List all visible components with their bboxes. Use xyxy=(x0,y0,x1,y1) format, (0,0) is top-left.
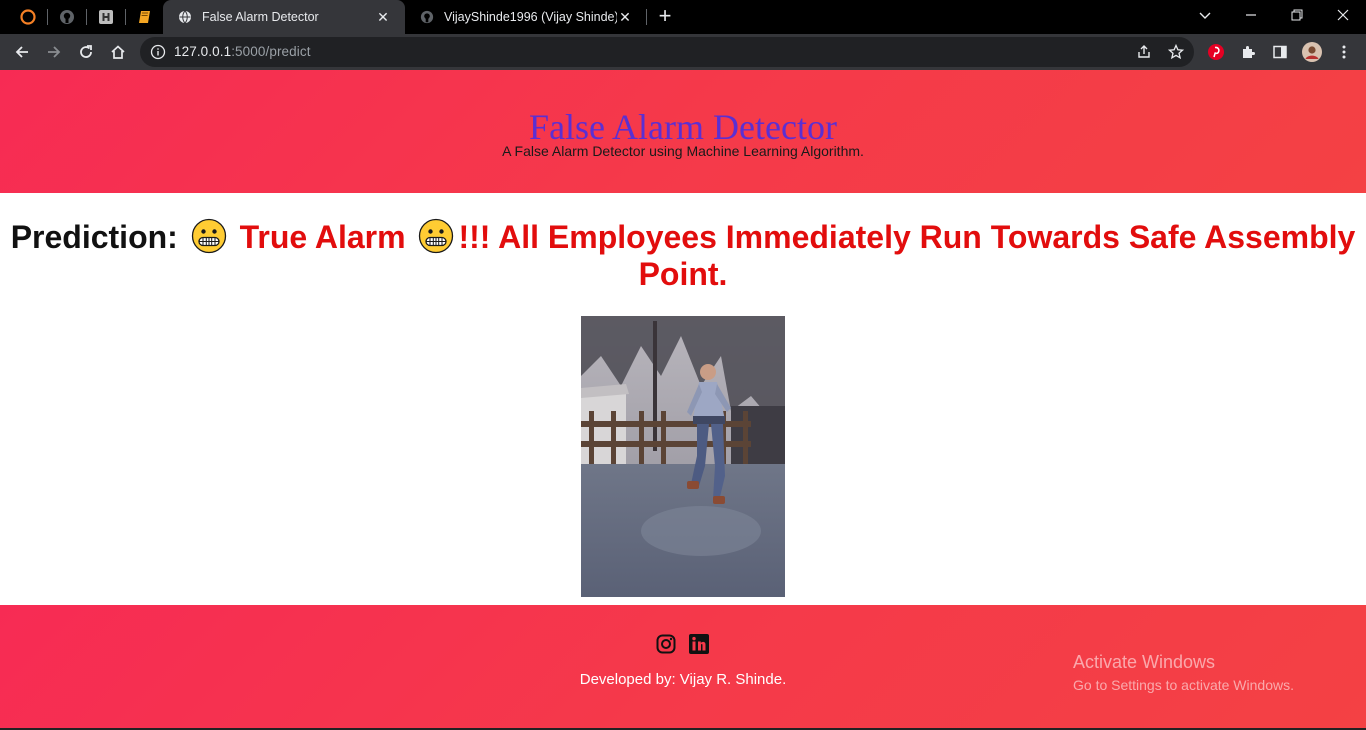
running-person-image xyxy=(581,316,785,597)
tab-close-icon[interactable]: ✕ xyxy=(375,9,391,26)
home-button[interactable] xyxy=(105,39,131,65)
new-tab-button[interactable]: + xyxy=(654,5,676,28)
page-title: False Alarm Detector xyxy=(529,107,837,147)
github-icon xyxy=(60,10,74,24)
forward-button[interactable] xyxy=(41,39,67,65)
page-header: False Alarm Detector A False Alarm Detec… xyxy=(0,70,1366,193)
tab-separator xyxy=(47,9,48,25)
close-icon xyxy=(1337,9,1349,21)
home-icon xyxy=(111,45,125,59)
url-host: 127.0.0.1 xyxy=(174,44,232,59)
hashnode-icon xyxy=(99,10,113,24)
page-subtitle: A False Alarm Detector using Machine Lea… xyxy=(502,143,864,159)
grimacing-face-icon xyxy=(191,218,226,254)
linkedin-link[interactable] xyxy=(688,633,710,655)
tab-close-icon[interactable]: ✕ xyxy=(617,9,633,26)
pinned-tab-github[interactable] xyxy=(53,5,81,29)
pinned-tab-orange[interactable] xyxy=(14,5,42,29)
tab-false-alarm-detector[interactable]: False Alarm Detector ✕ xyxy=(163,0,405,34)
side-panel-icon[interactable] xyxy=(1270,42,1290,62)
activate-windows-subtitle: Go to Settings to activate Windows. xyxy=(1073,677,1294,693)
extensions-puzzle-icon[interactable] xyxy=(1238,42,1258,62)
linkedin-icon xyxy=(689,634,709,654)
url-path: :5000/predict xyxy=(231,44,311,59)
profile-avatar[interactable] xyxy=(1302,42,1322,62)
instagram-link[interactable] xyxy=(655,633,677,655)
close-window-button[interactable] xyxy=(1320,4,1366,28)
browser-tab-strip: False Alarm Detector ✕ VijayShinde1996 (… xyxy=(0,0,1366,34)
tab-github-profile[interactable]: VijayShinde1996 (Vijay Shinde) ✕ xyxy=(405,0,647,34)
restore-icon xyxy=(1291,9,1303,21)
arrow-left-icon xyxy=(15,46,28,58)
prediction-result: Prediction: True Alarm !!! All Employees… xyxy=(0,218,1366,293)
web-page: False Alarm Detector A False Alarm Detec… xyxy=(0,70,1366,730)
pinned-tab-book[interactable] xyxy=(131,5,159,29)
globe-icon xyxy=(177,9,193,25)
minimize-icon xyxy=(1246,14,1256,16)
activate-windows-title: Activate Windows xyxy=(1073,652,1216,672)
page-footer: Developed by: Vijay R. Shinde. Activate … xyxy=(0,605,1366,730)
bookmark-star-icon[interactable] xyxy=(1167,43,1185,61)
url-text[interactable]: 127.0.0.1:5000/predict xyxy=(174,44,311,59)
tab-separator xyxy=(86,9,87,25)
tab-title: VijayShinde1996 (Vijay Shinde) xyxy=(444,10,617,24)
share-icon[interactable] xyxy=(1135,43,1153,61)
menu-kebab-icon[interactable] xyxy=(1334,42,1354,62)
tab-separator xyxy=(125,9,126,25)
tab-separator xyxy=(646,9,647,25)
reload-button[interactable] xyxy=(73,39,99,65)
prediction-label: Prediction: xyxy=(10,219,178,255)
prediction-message: !!! All Employees Immediately Run Toward… xyxy=(458,219,1356,292)
prediction-result-text: True Alarm xyxy=(239,219,406,255)
back-button[interactable] xyxy=(9,39,35,65)
address-bar[interactable]: 127.0.0.1:5000/predict xyxy=(140,37,1194,67)
instagram-icon xyxy=(656,634,676,654)
pinterest-extension-icon[interactable] xyxy=(1206,42,1226,62)
book-icon xyxy=(139,11,150,23)
orange-ring-icon xyxy=(20,9,36,25)
browser-toolbar: 127.0.0.1:5000/predict xyxy=(0,34,1366,70)
chevron-down-icon xyxy=(1199,12,1211,19)
tab-search-button[interactable] xyxy=(1182,4,1228,28)
pinned-tab-hashnode[interactable] xyxy=(92,5,120,29)
github-icon xyxy=(419,9,435,25)
arrow-right-icon xyxy=(48,46,61,58)
minimize-button[interactable] xyxy=(1228,4,1274,28)
restore-button[interactable] xyxy=(1274,4,1320,28)
reload-icon xyxy=(80,45,92,58)
info-icon[interactable] xyxy=(150,44,166,60)
grimacing-face-icon xyxy=(419,218,454,254)
tab-title: False Alarm Detector xyxy=(202,10,319,24)
